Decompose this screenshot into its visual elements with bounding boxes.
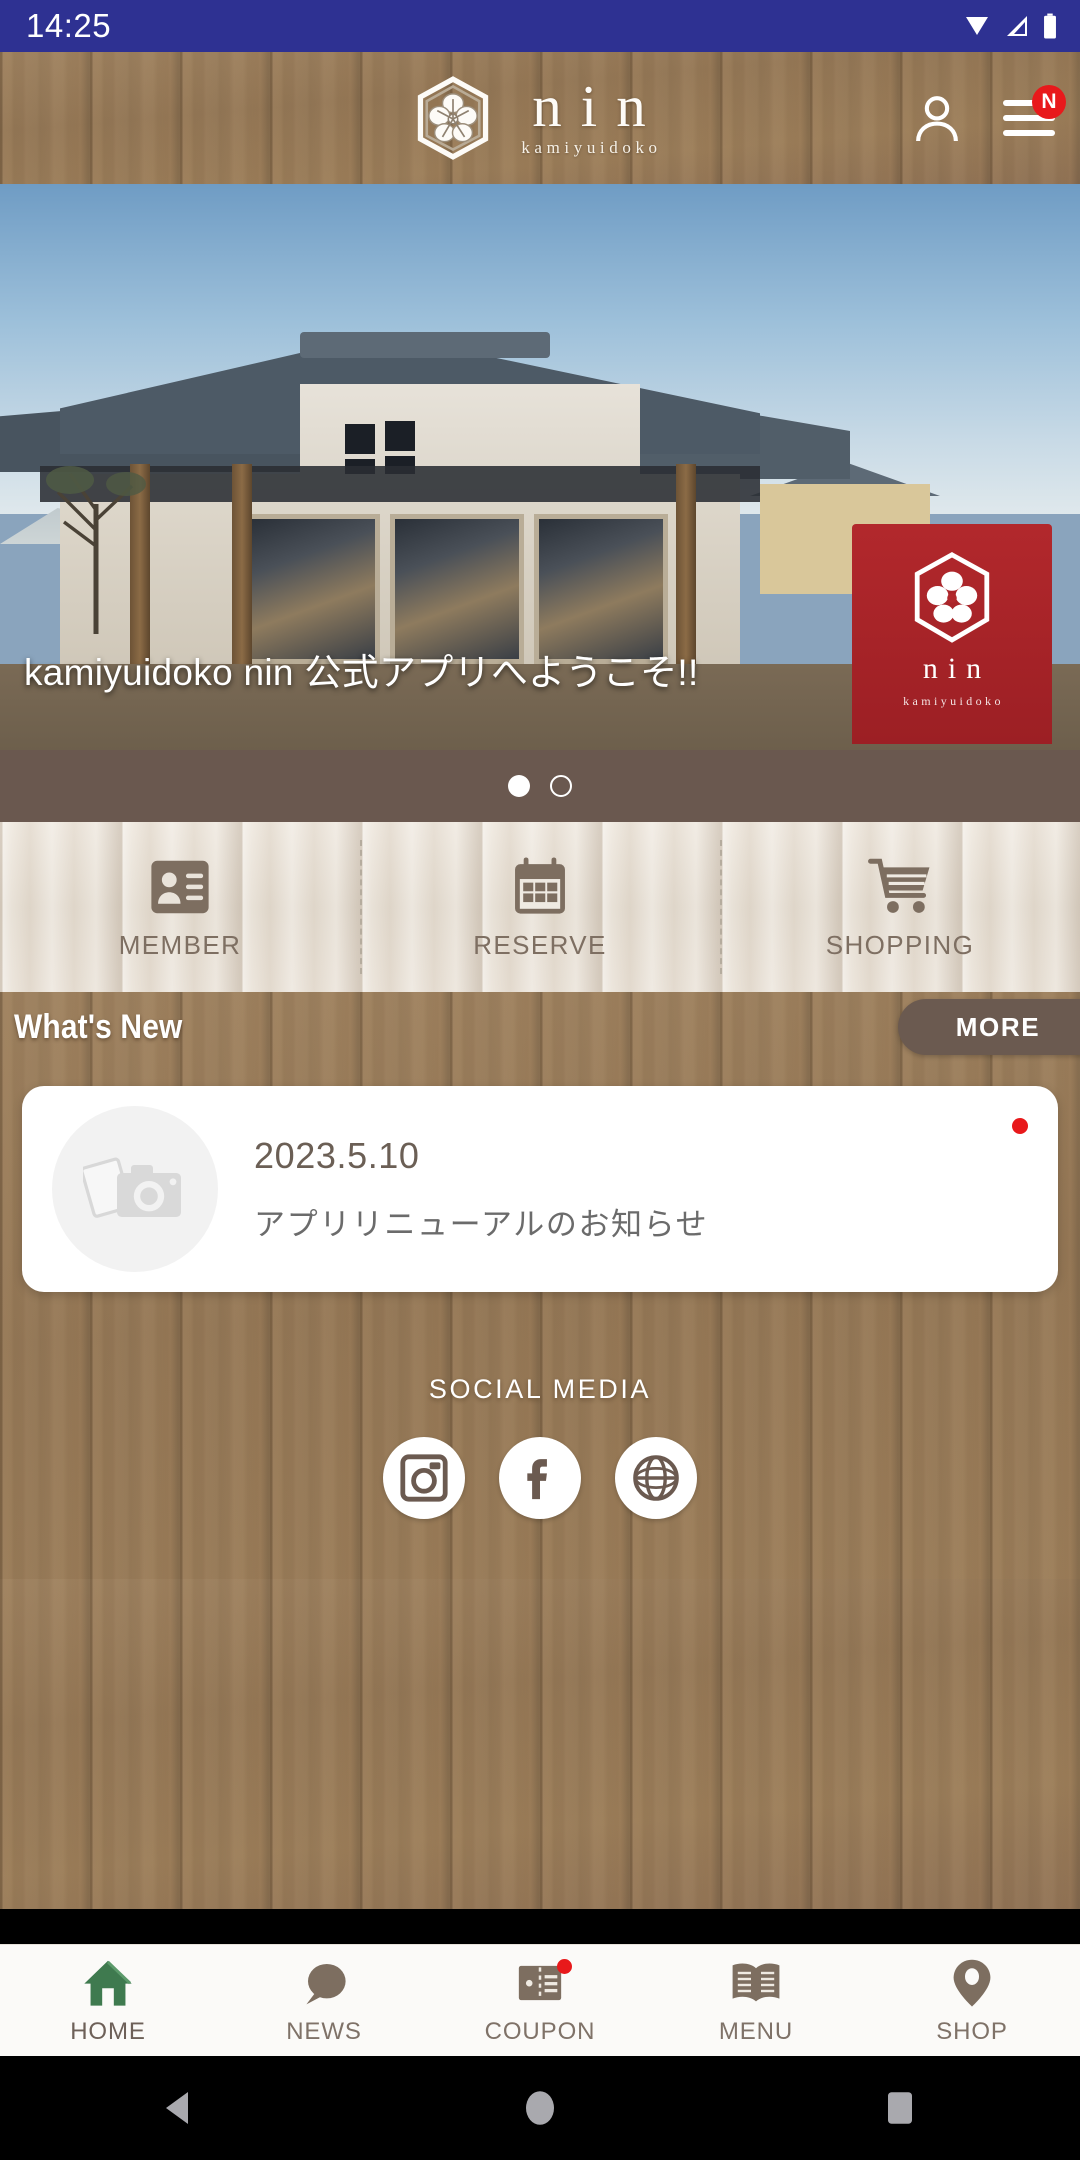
instagram-icon: [400, 1454, 448, 1502]
account-button[interactable]: [906, 87, 968, 149]
open-book-icon: [732, 1963, 780, 2001]
social-link-website[interactable]: [615, 1437, 697, 1519]
whats-new-section: What's New MORE 2023.5.10 アプリリニューアルのお知らせ: [0, 992, 1080, 1322]
globe-icon: [633, 1455, 679, 1501]
quick-action-label: MEMBER: [118, 929, 242, 960]
more-button[interactable]: MORE: [898, 999, 1080, 1055]
home-circle-icon: [526, 2091, 554, 2125]
content-area: What's New MORE 2023.5.10 アプリリニューアルのお知らせ…: [0, 992, 1080, 1909]
shopping-cart-icon: [868, 858, 930, 913]
hexagon-flower-crest-icon: [418, 76, 489, 160]
shop-curtain: nin kamiyuidoko: [852, 524, 1052, 744]
news-thumbnail: [52, 1106, 218, 1272]
nav-item-news[interactable]: NEWS: [216, 1945, 432, 2056]
news-text-block: 2023.5.10 アプリリニューアルのお知らせ: [254, 1135, 708, 1244]
facebook-icon: [527, 1459, 547, 1500]
status-clock: 14:25: [26, 7, 112, 44]
news-unread-badge: [1012, 1118, 1028, 1134]
quick-action-reserve[interactable]: RESERVE: [360, 822, 720, 992]
menu-button[interactable]: N: [998, 85, 1066, 149]
nav-item-home[interactable]: HOME: [0, 1945, 216, 2056]
social-media-section: SOCIAL MEDIA: [0, 1322, 1080, 1579]
house-icon: [84, 1960, 132, 2006]
nav-label: HOME: [70, 2017, 146, 2045]
brand-logo[interactable]: nin kamiyuidoko: [415, 76, 664, 160]
social-media-title: SOCIAL MEDIA: [428, 1374, 652, 1404]
battery-icon: [1044, 13, 1056, 39]
social-link-instagram[interactable]: [383, 1437, 465, 1519]
coupon-unread-badge: [557, 1959, 573, 1974]
nav-item-shop[interactable]: SHOP: [864, 1945, 1080, 2056]
news-date: 2023.5.10: [254, 1134, 420, 1176]
carousel-dot[interactable]: [550, 775, 572, 797]
system-home-button[interactable]: [480, 2086, 600, 2130]
hero-carousel[interactable]: nin kamiyuidoko kamiyuidoko nin 公式アプリへよう…: [0, 184, 1080, 750]
map-pin-icon: [953, 1959, 991, 2007]
header-actions: N: [906, 52, 1066, 184]
id-card-icon: [151, 860, 209, 913]
app-header: nin kamiyuidoko N: [0, 52, 1080, 184]
section-title: What's New: [14, 1007, 183, 1046]
back-triangle-icon: [166, 2092, 188, 2124]
photo-camera-placeholder-icon: [83, 1157, 181, 1218]
tree-silhouette: [46, 466, 146, 634]
app-screen: 14:25 nin kamiyuidoko N nin kamiyuidoko …: [0, 0, 1080, 2160]
wood-filler: [0, 1579, 1080, 1909]
nav-label: MENU: [718, 2017, 794, 2045]
cellular-signal-icon: [1007, 16, 1027, 36]
hero-caption: kamiyuidoko nin 公式アプリへようこそ!!: [24, 652, 699, 693]
nav-label: COUPON: [484, 2017, 596, 2045]
carousel-pagination[interactable]: [0, 750, 1080, 822]
quick-action-shopping[interactable]: SHOPPING: [720, 822, 1080, 992]
quick-action-label: RESERVE: [473, 929, 607, 960]
system-recents-button[interactable]: [840, 2087, 960, 2129]
nav-label: NEWS: [286, 2017, 362, 2045]
social-link-facebook[interactable]: [499, 1437, 581, 1519]
curtain-crest-icon: [914, 552, 990, 643]
curtain-brand-sub: kamiyuidoko: [903, 694, 1004, 708]
news-title: アプリリニューアルのお知らせ: [254, 1206, 709, 1242]
system-navigation-bar: [0, 2056, 1080, 2160]
nav-item-coupon[interactable]: COUPON: [432, 1945, 648, 2056]
quick-action-member[interactable]: MEMBER: [0, 822, 360, 992]
recents-square-icon: [888, 2092, 912, 2124]
nav-label: SHOP: [936, 2017, 1008, 2045]
wifi-icon: [966, 17, 988, 35]
quick-action-label: SHOPPING: [825, 929, 975, 960]
speech-bubble-icon: [306, 1963, 346, 2004]
nav-item-menu[interactable]: MENU: [648, 1945, 864, 2056]
status-indicator-group: [962, 13, 1058, 39]
carousel-dot-active[interactable]: [508, 775, 530, 797]
system-back-button[interactable]: [120, 2088, 240, 2128]
status-bar: 14:25: [0, 0, 1080, 52]
bottom-navigation: HOME NEWS COUPON MENU SHOP: [0, 1944, 1080, 2056]
brand-name: nin: [532, 73, 665, 140]
whats-new-header: What's New MORE: [0, 992, 1080, 1062]
brand-subtitle: kamiyuidoko: [521, 137, 662, 157]
social-links: [0, 1437, 1080, 1519]
calendar-icon: [515, 856, 565, 914]
quick-action-row: MEMBER RESERVE SHOPPING: [0, 822, 1080, 992]
menu-notification-badge: N: [1032, 85, 1066, 119]
curtain-brand-text: nin: [922, 652, 992, 685]
person-icon: [916, 96, 958, 142]
news-list-item[interactable]: 2023.5.10 アプリリニューアルのお知らせ: [22, 1086, 1058, 1292]
